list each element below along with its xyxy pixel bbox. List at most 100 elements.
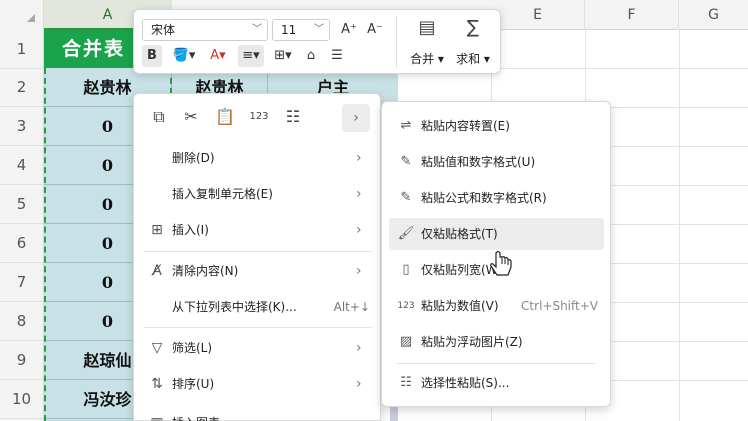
paste-text-icon[interactable]: ☷ [282,106,304,128]
menu-item-insert-copied-cells[interactable]: 插入复制单元格(E) › [134,177,382,211]
submenu-item-paste-as-picture[interactable]: ▨ 粘贴为浮动图片(Z) [389,326,604,358]
paste-values-icon[interactable]: 123 [248,106,270,128]
submenu-item-label: 粘贴公式和数字格式(R) [421,191,547,205]
submenu-item-paste-formats-only[interactable]: 🖌 仅粘贴格式(T) [389,218,604,250]
transpose-icon: ⇌ [400,118,412,133]
menu-item-sort[interactable]: ⇅ 排序(U) › [134,367,382,401]
column-header-f[interactable]: F [585,0,679,30]
submenu-item-label: 粘贴为数值(V) [421,299,499,313]
menu-item-label: 筛选(L) [172,341,213,355]
menu-item-label: 从下拉列表中选择(K)... [172,300,297,314]
submenu-item-paste-values-number-format[interactable]: ✎ 粘贴值和数字格式(U) [389,146,604,178]
submenu-item-shortcut: Ctrl+Shift+V [521,299,598,313]
row-header-7[interactable]: 7 [0,263,43,302]
eraser-icon: A̸ [152,263,162,279]
menu-item-label: 插入复制单元格(E) [172,187,273,201]
menu-item-label: 删除(D) [172,151,215,165]
sort-icon: ⇅ [151,376,163,392]
font-size-select[interactable]: 11 ﹀ [272,19,330,41]
font-color-icon[interactable]: A▾ [204,45,232,67]
align-icon[interactable]: ≡▾ [238,45,264,67]
picture-icon: ▨ [399,334,413,349]
submenu-item-label: 粘贴值和数字格式(U) [421,155,536,169]
row-header-6[interactable]: 6 [0,224,43,263]
row-header-9[interactable]: 9 [0,341,43,380]
border-icon[interactable]: ⊞▾ [270,45,296,67]
grid-line [679,30,680,421]
submenu-item-label: 粘贴为浮动图片(Z) [421,335,523,349]
menu-item-label: 排序(U) [172,377,215,391]
fill-color-icon[interactable]: 🪣▾ [170,45,198,67]
menu-item-pick-from-list[interactable]: 从下拉列表中选择(K)... Alt+↓ [134,290,382,324]
menu-divider [144,251,372,252]
row-header-5[interactable]: 5 [0,185,43,224]
chevron-down-icon: ▾ [480,52,490,66]
column-header-g[interactable]: G [679,0,748,30]
select-all-corner[interactable] [0,0,44,30]
context-menu: ⧉ ✂ 📋 123 ☷ › 删除(D) › 插入复制单元格(E) › ⊞ 插入(… [133,93,381,421]
hand-pointer-icon [490,250,512,276]
cut-icon[interactable]: ✂ [180,106,202,128]
row-header-1[interactable]: 1 [0,30,43,69]
copy-icon[interactable]: ⧉ [148,106,170,128]
chevron-right-icon: › [353,110,359,126]
menu-item-clear-contents[interactable]: A̸ 清除内容(N) › [134,254,382,288]
paste-options-row: ⧉ ✂ 📋 123 ☷ › [134,94,382,142]
row-header-bar: 1 2 3 4 5 6 7 8 9 10 [0,30,44,421]
menu-item-delete[interactable]: 删除(D) › [134,141,382,175]
menu-item-label: 插入图表 [172,406,220,421]
merge-icon: ▤ [418,17,436,38]
chevron-right-icon: › [356,222,362,238]
chevron-right-icon: › [356,340,362,356]
font-grow-icon[interactable]: A⁺ [338,19,360,41]
paste-values-icon: 123 [397,301,415,311]
insert-icon: ⊞ [151,222,163,238]
chevron-right-icon: › [356,263,362,279]
menu-item-shortcut: Alt+↓ [333,300,370,314]
menu-divider [144,327,372,328]
row-header-8[interactable]: 8 [0,302,43,341]
sum-button[interactable]: ∑ 求和 ▾ [450,16,496,67]
menu-item-label: 插入(I) [172,223,209,237]
chevron-right-icon: › [356,150,362,166]
chevron-down-icon: ﹀ [252,24,262,35]
submenu-item-paste-formulas-number-format[interactable]: ✎ 粘贴公式和数字格式(R) [389,182,604,214]
submenu-item-label: 选择性粘贴(S)... [421,376,510,390]
paste-values-format-icon: ✎ [400,154,412,169]
row-header-3[interactable]: 3 [0,107,43,146]
font-name-select[interactable]: 宋体 ﹀ [142,19,268,41]
bold-button[interactable]: B [142,45,162,67]
row-header-4[interactable]: 4 [0,146,43,185]
submenu-item-paste-special[interactable]: ☷ 选择性粘贴(S)... [389,367,604,399]
font-shrink-icon[interactable]: A⁻ [364,19,386,41]
spreadsheet-window: A E F G 1 2 3 4 5 6 7 8 9 10 合并表 赵贵林 0 0… [0,0,748,421]
paste-more-button[interactable]: › [342,104,370,132]
submenu-item-label: 粘贴内容转置(E) [421,119,510,133]
sum-label: 求和 [456,52,481,66]
menu-item-insert[interactable]: ⊞ 插入(I) › [134,213,382,247]
menu-item-insert-chart[interactable]: ▥ 插入图表 [134,406,382,421]
menu-item-filter[interactable]: ▽ 筛选(L) › [134,331,382,365]
column-width-icon: ▯ [402,262,410,277]
select-all-icon [27,14,35,22]
paste-format-icon: 🖌 [397,226,415,241]
paste-icon[interactable]: 📋 [214,106,236,128]
font-name-value: 宋体 [151,23,176,37]
column-header-e[interactable]: E [491,0,585,30]
filter-icon: ▽ [151,340,163,356]
submenu-item-paste-as-values[interactable]: 123 粘贴为数值(V) Ctrl+Shift+V [389,290,604,322]
format-painter-icon[interactable]: ⌂ [300,45,322,67]
font-size-value: 11 [281,23,297,37]
sigma-icon: ∑ [466,17,480,38]
merge-label: 合并 [410,52,435,66]
merge-button[interactable]: ▤ 合并 ▾ [404,16,450,67]
row-header-10[interactable]: 10 [0,380,43,419]
row-header-2[interactable]: 2 [0,68,43,107]
submenu-item-paste-transpose[interactable]: ⇌ 粘贴内容转置(E) [389,110,604,142]
toolbar-separator [396,16,397,68]
paste-formula-icon: ✎ [400,190,412,205]
paste-special-icon: ☷ [400,375,412,390]
cell-format-icon[interactable]: ☰ [326,45,348,67]
chevron-right-icon: › [356,186,362,202]
chart-icon: ▥ [148,406,166,421]
